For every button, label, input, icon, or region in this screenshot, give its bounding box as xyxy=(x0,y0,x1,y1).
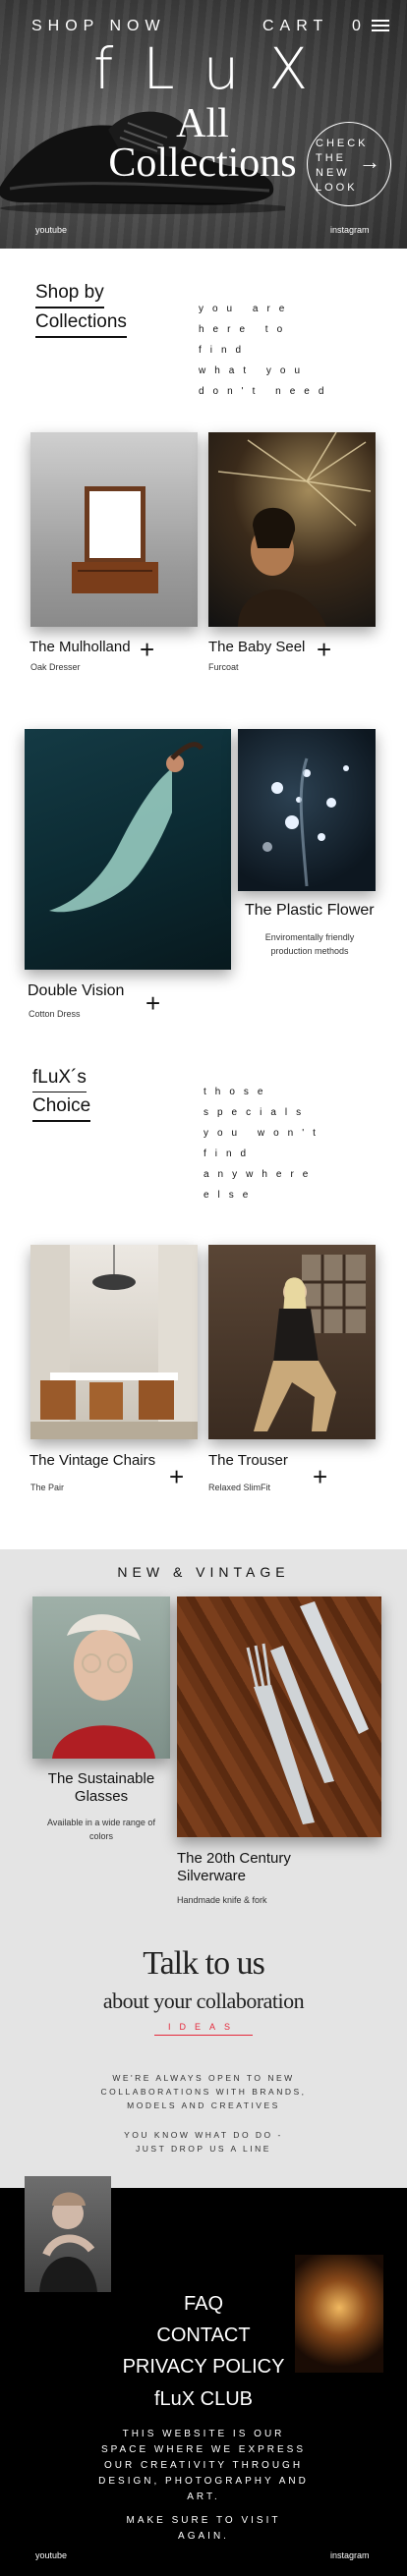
hero: SHOP NOW CART 0 fLuX All Collections CHE… xyxy=(0,0,407,249)
plastic-flower-photo[interactable] xyxy=(238,729,376,891)
product-sub: Oak Dresser xyxy=(30,662,81,672)
add-trouser-button[interactable]: + xyxy=(313,1464,327,1489)
shop-by-collections-heading[interactable]: Shop by Collections xyxy=(35,279,127,338)
shop-by-tagline: you are here to find what you don't need xyxy=(199,304,333,397)
footer-instagram-link[interactable]: instagram xyxy=(330,2550,370,2560)
hero-title: All Collections xyxy=(104,101,301,186)
baby-seel-photo[interactable] xyxy=(208,432,376,627)
hero-title-line1: All xyxy=(176,101,229,146)
product-sub: The Pair xyxy=(30,1483,65,1492)
hamburger-icon[interactable] xyxy=(372,20,389,33)
drop-line-paragraph: YOU KNOW WHAT DO DO - JUST DROP US A LIN… xyxy=(124,2130,283,2154)
product-sub: Handmade knife & fork xyxy=(177,1895,267,1905)
talk-subtitle: about your collaboration xyxy=(102,1988,305,2013)
product-name[interactable]: The 20th Century Silverware xyxy=(177,1850,334,1885)
flux-club-link[interactable]: fLuX CLUB xyxy=(0,2388,407,2411)
product-name[interactable]: The Vintage Chairs xyxy=(29,1452,155,1469)
youtube-link[interactable]: youtube xyxy=(35,225,67,235)
add-vintage-chairs-button[interactable]: + xyxy=(169,1464,184,1489)
product-sub: Cotton Dress xyxy=(29,1009,81,1019)
trouser-photo[interactable] xyxy=(208,1245,376,1439)
collab-paragraph: WE'RE ALWAYS OPEN TO NEW COLLABORATIONS … xyxy=(100,2073,307,2110)
choice-line1: fLuX´s xyxy=(32,1064,87,1092)
top-nav: SHOP NOW CART 0 xyxy=(0,18,407,37)
add-double-vision-button[interactable]: + xyxy=(145,990,160,1016)
product-sub: Available in a wide range of colors xyxy=(47,1818,155,1841)
footer-visit-paragraph: MAKE SURE TO VISIT AGAIN. xyxy=(126,2515,281,2542)
footer-about-paragraph: THIS WEBSITE IS OUR SPACE WHERE WE EXPRE… xyxy=(98,2429,309,2502)
cart-link[interactable]: CART xyxy=(262,18,328,35)
add-mulholland-button[interactable]: + xyxy=(140,637,154,662)
product-sub: Enviromentally friendly production metho… xyxy=(264,932,355,956)
talk-title: Talk to us xyxy=(143,1945,265,1982)
product-name[interactable]: The Plastic Flower xyxy=(245,902,375,920)
double-vision-photo[interactable] xyxy=(25,729,231,970)
footer-portrait-photo xyxy=(25,2176,111,2292)
faq-link[interactable]: FAQ xyxy=(0,2293,407,2316)
product-name[interactable]: Double Vision xyxy=(28,982,124,1000)
choice-line2: Choice xyxy=(32,1092,91,1122)
mulholland-photo[interactable] xyxy=(30,432,198,627)
sustainable-glasses-photo[interactable] xyxy=(32,1596,170,1759)
product-name[interactable]: The Trouser xyxy=(208,1452,288,1469)
add-baby-seel-button[interactable]: + xyxy=(317,637,331,662)
product-name[interactable]: The Sustainable Glasses xyxy=(32,1770,170,1806)
contact-link[interactable]: CONTACT xyxy=(0,2324,407,2347)
new-vintage-heading: NEW & VINTAGE xyxy=(117,1564,290,1580)
privacy-policy-link[interactable]: PRIVACY POLICY xyxy=(0,2356,407,2379)
flux-choice-heading[interactable]: fLuX´s Choice xyxy=(32,1064,91,1122)
arrow-right-icon: → xyxy=(359,149,383,174)
cart-count: 0 xyxy=(352,18,361,34)
product-sub: Furcoat xyxy=(208,662,239,672)
shop-by-line2: Collections xyxy=(35,308,127,338)
brand-logo[interactable]: fLuX xyxy=(0,35,407,102)
product-name[interactable]: The Mulholland xyxy=(29,639,131,655)
product-name[interactable]: The Baby Seel xyxy=(208,639,305,655)
vintage-chairs-photo[interactable] xyxy=(30,1245,198,1439)
shop-by-line1: Shop by xyxy=(35,279,104,308)
instagram-link[interactable]: instagram xyxy=(330,225,370,235)
hero-title-line2: Collections xyxy=(108,140,297,186)
footer-youtube-link[interactable]: youtube xyxy=(35,2550,67,2560)
product-sub: Relaxed SlimFit xyxy=(208,1483,271,1492)
shop-now-link[interactable]: SHOP NOW xyxy=(31,18,166,35)
check-new-look-button[interactable]: CHECK THE NEW LOOK → xyxy=(307,122,391,206)
choice-tagline: those specials you won't find anywhere e… xyxy=(204,1087,324,1201)
silverware-photo[interactable] xyxy=(177,1596,381,1837)
ideas-link[interactable]: IDEAS xyxy=(154,2022,253,2036)
